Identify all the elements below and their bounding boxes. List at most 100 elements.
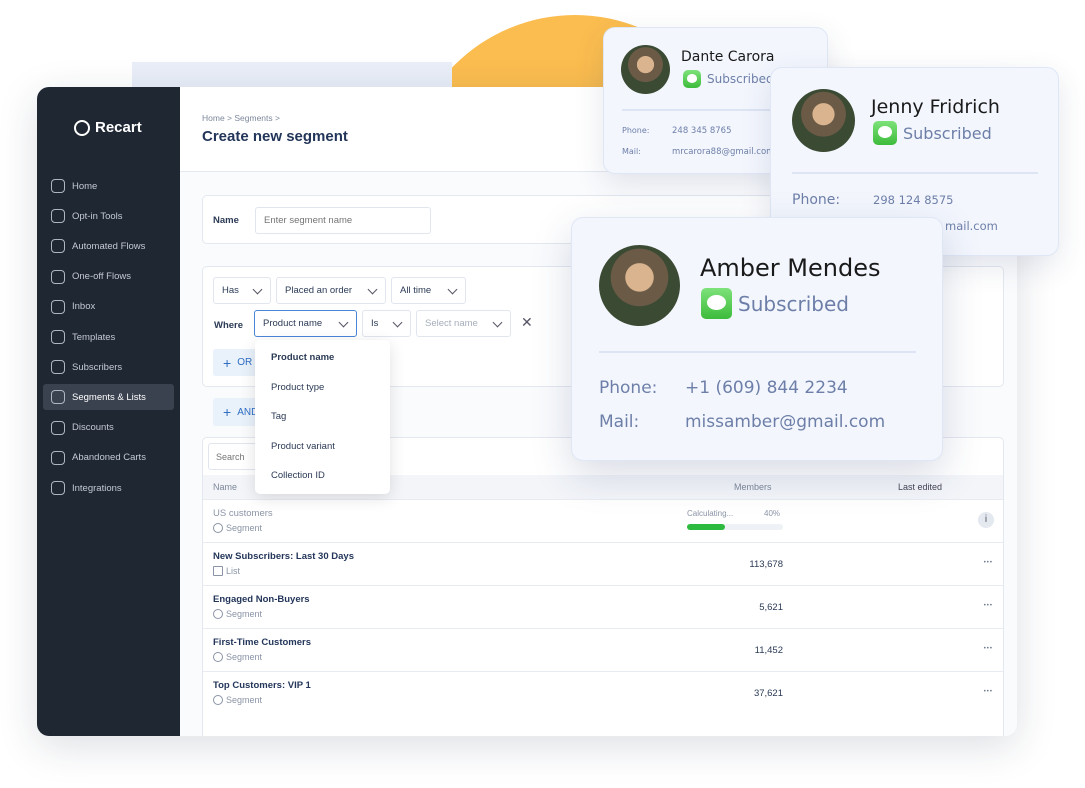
time-value: All time: [400, 285, 432, 296]
phone-label: Phone:: [599, 378, 658, 398]
subscribed-status: Subscribed: [873, 121, 992, 145]
home-icon: [51, 179, 65, 193]
contact-name: Amber Mendes: [700, 254, 881, 282]
value-select[interactable]: Select name: [416, 310, 511, 337]
row-name[interactable]: Engaged Non-Buyers: [213, 594, 310, 605]
row-type: Segment: [213, 523, 262, 533]
sidebar-item-label: Segments & Lists: [72, 391, 146, 403]
sidebar-item-automated-flows[interactable]: Automated Flows: [43, 233, 174, 259]
phone-value: 298 124 8575: [873, 193, 954, 207]
sidebar-item-integrations[interactable]: Integrations: [43, 475, 174, 501]
dropdown-option[interactable]: Tag: [271, 411, 286, 422]
more-options-icon[interactable]: •••: [984, 689, 993, 695]
dropdown-option[interactable]: Collection ID: [271, 470, 325, 481]
dropdown-option[interactable]: Product type: [271, 382, 324, 393]
inbox-icon: [51, 299, 65, 314]
template-icon: [51, 330, 65, 344]
row-members: 5,621: [759, 602, 783, 613]
more-options-icon[interactable]: •••: [984, 646, 993, 652]
status-text: Subscribed: [903, 123, 992, 143]
avatar: [599, 245, 680, 326]
segment-pie-icon: [213, 523, 223, 533]
message-icon: [683, 70, 701, 88]
subscribed-status: Subscribed: [701, 288, 849, 319]
row-type-label: List: [226, 566, 241, 576]
row-name[interactable]: New Subscribers: Last 30 Days: [213, 551, 354, 562]
sidebar-item-opt-in-tools[interactable]: Opt-in Tools: [43, 203, 174, 229]
row-type: Segment: [213, 652, 262, 662]
rocket-icon: [51, 209, 65, 224]
chevron-down-icon: [367, 284, 378, 295]
sidebar-item-home[interactable]: Home: [43, 173, 174, 199]
sidebar-item-label: Automated Flows: [72, 240, 146, 252]
phone-label: Phone:: [622, 126, 650, 135]
where-label: Where: [214, 320, 244, 331]
table-row[interactable]: First-Time Customers Segment 11,452 •••: [203, 628, 1003, 671]
sidebar-item-segments-lists[interactable]: Segments & Lists: [43, 384, 174, 411]
or-label: OR: [237, 357, 253, 368]
sidebar-item-discounts[interactable]: Discounts: [43, 415, 174, 441]
sidebar-item-subscribers[interactable]: Subscribers: [43, 354, 174, 380]
integrations-icon: [51, 481, 65, 495]
column-members[interactable]: Members: [734, 482, 772, 492]
more-options-icon[interactable]: •••: [984, 603, 993, 609]
mail-label: Mail:: [599, 412, 640, 432]
dropdown-option[interactable]: Product variant: [271, 441, 335, 452]
phone-value: 248 345 8765: [672, 126, 732, 136]
time-select[interactable]: All time: [391, 277, 466, 304]
row-name[interactable]: First-Time Customers: [213, 637, 311, 648]
mail-value: mail.com: [945, 219, 998, 233]
sidebar-item-templates[interactable]: Templates: [43, 324, 174, 350]
progress-bar: [687, 524, 783, 530]
has-select[interactable]: Has: [213, 277, 271, 304]
row-name[interactable]: US customers: [213, 508, 273, 519]
sidebar-item-abandoned-carts[interactable]: Abandoned Carts: [43, 445, 174, 471]
mail-value: mrcarora88@gmail.com: [672, 147, 775, 157]
status-text: Subscribed: [738, 291, 849, 316]
row-type: Segment: [213, 695, 262, 705]
chat-arrow-icon: [51, 269, 65, 284]
divider: [792, 172, 1038, 174]
breadcrumb-home[interactable]: Home: [202, 113, 225, 123]
more-options-icon[interactable]: •••: [984, 560, 993, 566]
logo[interactable]: Recart: [74, 119, 142, 136]
contact-name: Jenny Fridrich: [871, 96, 1000, 118]
row-name[interactable]: Top Customers: VIP 1: [213, 680, 311, 691]
info-icon[interactable]: i: [978, 512, 994, 528]
column-last-edited[interactable]: Last edited: [898, 482, 942, 492]
table-row[interactable]: Engaged Non-Buyers Segment 5,621 •••: [203, 585, 1003, 628]
row-type-label: Segment: [226, 523, 263, 533]
sidebar-item-label: Home: [72, 180, 98, 192]
subscribed-status: Subscribed: [683, 70, 774, 88]
breadcrumb-segments[interactable]: Segments: [234, 113, 272, 123]
message-icon: [873, 121, 897, 145]
operator-select[interactable]: Is: [362, 310, 411, 337]
row-members: 11,452: [754, 645, 783, 656]
table-row[interactable]: Top Customers: VIP 1 Segment 37,621 •••: [203, 671, 1003, 714]
calculating-status: Calculating...: [687, 509, 734, 518]
sidebar-item-label: Opt-in Tools: [72, 210, 123, 222]
row-type-label: Segment: [226, 609, 263, 619]
has-value: Has: [222, 285, 239, 296]
table-row[interactable]: US customers Segment Calculating... 40% i: [203, 499, 1003, 542]
message-icon: [701, 288, 732, 319]
chevron-down-icon: [338, 317, 349, 328]
remove-condition-icon[interactable]: ✕: [521, 314, 533, 331]
mail-value: missamber@gmail.com: [685, 412, 886, 432]
property-select[interactable]: Product name: [254, 310, 357, 337]
sidebar-item-inbox[interactable]: Inbox: [43, 294, 174, 320]
column-name[interactable]: Name: [213, 482, 237, 492]
brand-name: Recart: [95, 119, 142, 136]
phone-value: +1 (609) 844 2234: [685, 378, 848, 398]
plus-icon: +: [223, 354, 232, 371]
segment-name-input[interactable]: [255, 207, 431, 234]
event-select[interactable]: Placed an order: [276, 277, 386, 304]
plus-icon: +: [223, 404, 232, 420]
table-row[interactable]: New Subscribers: Last 30 Days List 113,67…: [203, 542, 1003, 585]
sidebar-item-one-off-flows[interactable]: One-off Flows: [43, 264, 174, 290]
chat-gear-icon: [51, 239, 65, 254]
property-value: Product name: [263, 318, 323, 329]
row-type: Segment: [213, 609, 262, 619]
dropdown-option[interactable]: Product name: [271, 352, 334, 363]
page-title: Create new segment: [202, 128, 348, 145]
